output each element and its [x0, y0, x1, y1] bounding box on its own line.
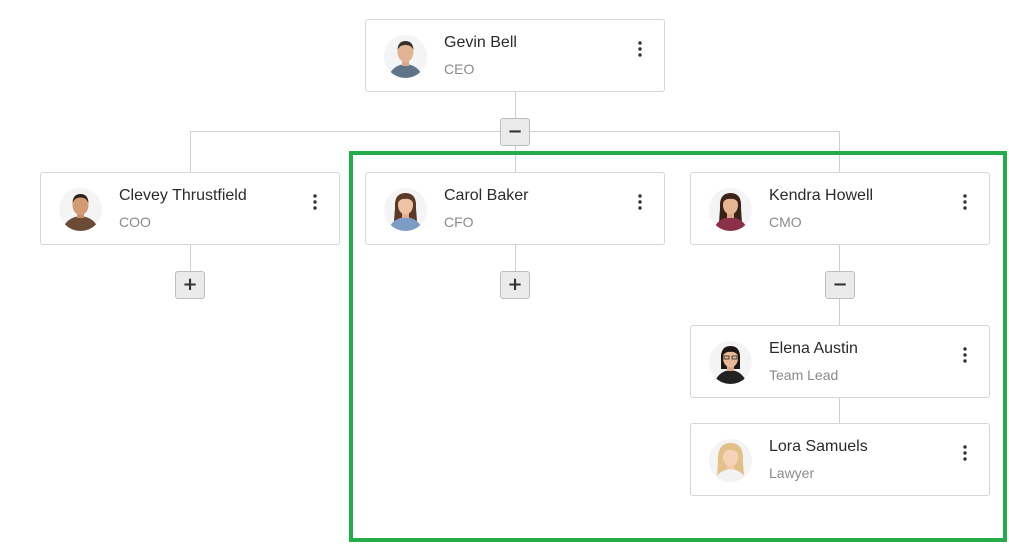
kebab-menu-icon[interactable]: [959, 193, 971, 211]
person-role: COO: [119, 214, 151, 230]
org-card-lawyer[interactable]: Lora Samuels Lawyer: [690, 423, 990, 496]
woman-portrait-icon: [709, 341, 752, 384]
org-card-cmo[interactable]: Kendra Howell CMO: [690, 172, 990, 245]
person-name: Carol Baker: [444, 187, 529, 204]
kebab-menu-icon[interactable]: [634, 193, 646, 211]
kebab-menu-icon[interactable]: [959, 444, 971, 462]
man-portrait-icon: [384, 35, 427, 78]
woman-portrait-icon: [709, 439, 752, 482]
org-card-cfo[interactable]: Carol Baker CFO: [365, 172, 665, 245]
woman-portrait-icon: [709, 188, 752, 231]
person-role: Lawyer: [769, 465, 815, 481]
connector-line: [839, 299, 840, 325]
person-name: Kendra Howell: [769, 187, 874, 204]
org-card-ceo[interactable]: Gevin Bell CEO: [365, 19, 665, 92]
collapse-button[interactable]: −: [500, 118, 530, 146]
person-name: Gevin Bell: [444, 34, 517, 51]
person-name: Clevey Thrustfield: [119, 187, 247, 204]
person-role: CFO: [444, 214, 474, 230]
person-name: Lora Samuels: [769, 438, 868, 455]
connector-line: [515, 146, 516, 172]
kebab-menu-icon[interactable]: [959, 346, 971, 364]
org-card-coo[interactable]: Clevey Thrustfield COO: [40, 172, 340, 245]
person-name: Elena Austin: [769, 340, 858, 357]
person-role: CEO: [444, 61, 475, 77]
connector-line: [839, 244, 840, 271]
connector-line: [839, 397, 840, 423]
connector-line: [515, 91, 516, 118]
collapse-button[interactable]: −: [825, 271, 855, 299]
connector-line: [190, 131, 191, 172]
expand-button[interactable]: +: [500, 271, 530, 299]
connector-line: [190, 244, 191, 271]
man-portrait-icon: [59, 188, 102, 231]
kebab-menu-icon[interactable]: [309, 193, 321, 211]
connector-line: [839, 131, 840, 172]
person-role: CMO: [769, 214, 802, 230]
person-role: Team Lead: [769, 367, 839, 383]
woman-portrait-icon: [384, 188, 427, 231]
kebab-menu-icon[interactable]: [634, 40, 646, 58]
org-card-team-lead[interactable]: Elena Austin Team Lead: [690, 325, 990, 398]
connector-line: [515, 244, 516, 271]
expand-button[interactable]: +: [175, 271, 205, 299]
